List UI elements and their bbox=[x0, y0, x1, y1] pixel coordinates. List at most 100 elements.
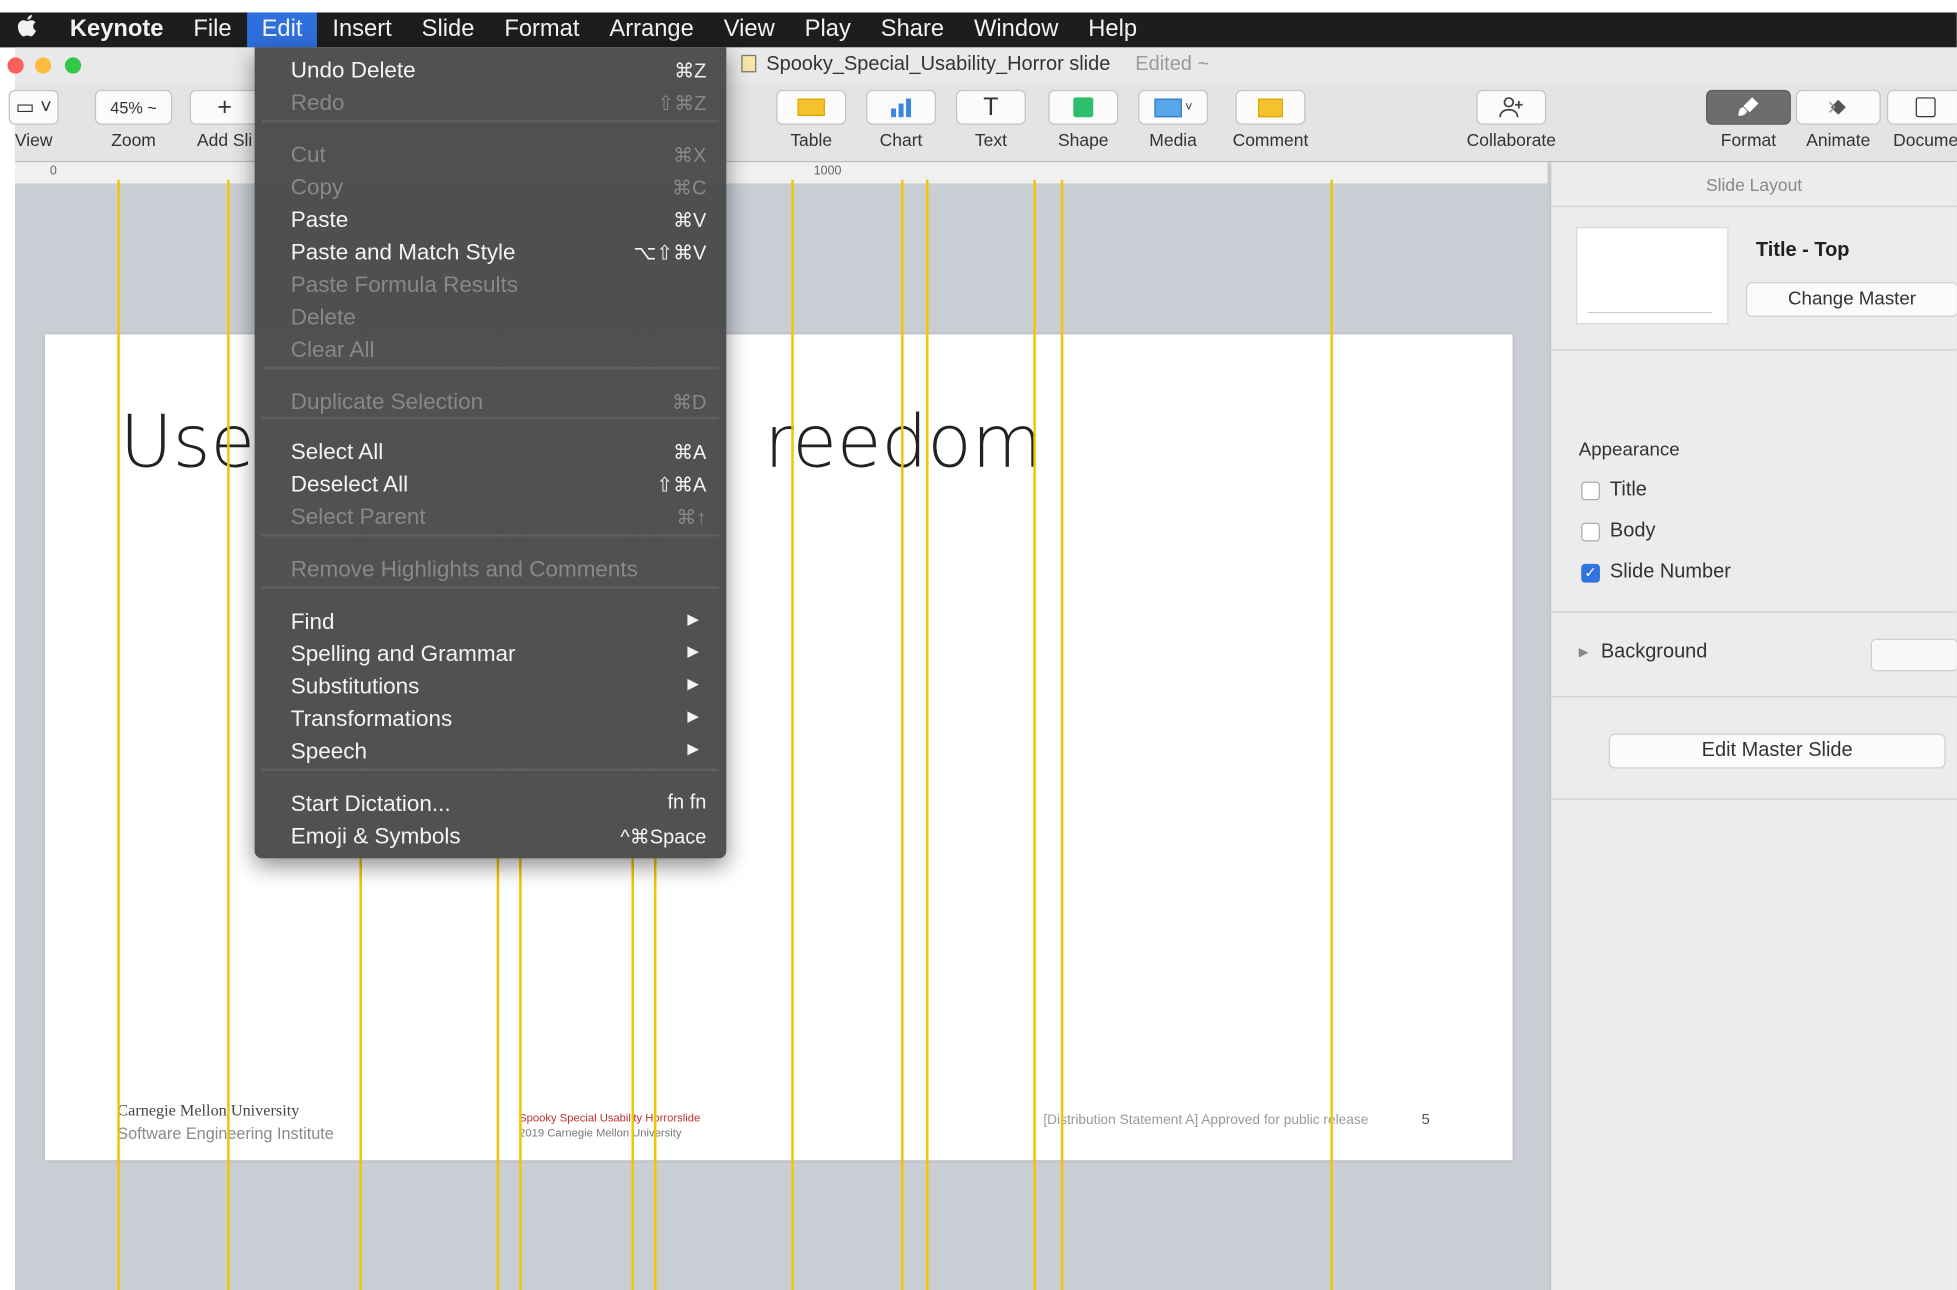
menu-item-spelling-and-grammar[interactable]: Spelling and Grammar ▶ bbox=[255, 639, 727, 671]
sei-name: Software Engineering Institute bbox=[117, 1124, 334, 1143]
submenu-arrow-icon: ▶ bbox=[687, 739, 699, 758]
apple-menu-icon[interactable] bbox=[0, 14, 55, 45]
menu-item-label: Transformations bbox=[290, 706, 453, 732]
menu-item-undo-delete[interactable]: Undo Delete ⌘Z bbox=[255, 55, 727, 87]
submenu-arrow-icon: ▶ bbox=[687, 707, 699, 725]
edit-master-slide-button[interactable]: Edit Master Slide bbox=[1608, 733, 1946, 769]
alignment-guide bbox=[926, 179, 929, 1290]
ruler-mid-label: 1000 bbox=[813, 164, 842, 179]
chart-tool[interactable]: Chart bbox=[864, 89, 939, 150]
menu-insert[interactable]: Insert bbox=[317, 12, 406, 47]
body-checkbox-row[interactable]: Body bbox=[1581, 520, 1655, 542]
menu-item-label: Speech bbox=[290, 738, 367, 764]
background-disclosure[interactable]: ▶ Background bbox=[1579, 641, 1708, 663]
slide-number-checkbox[interactable]: ✓ bbox=[1581, 563, 1600, 583]
menu-item-deselect-all[interactable]: Deselect All ⇧⌘A bbox=[255, 469, 727, 501]
body-checkbox[interactable] bbox=[1581, 522, 1600, 541]
chart-icon bbox=[866, 89, 936, 125]
view-tool[interactable]: ▭ ˅ View bbox=[5, 89, 62, 150]
animate-tool[interactable]: Animate bbox=[1795, 89, 1882, 150]
table-icon bbox=[776, 89, 847, 125]
menu-help[interactable]: Help bbox=[1073, 12, 1152, 47]
media-tool[interactable]: ˅ Media bbox=[1136, 89, 1211, 150]
shape-icon bbox=[1048, 89, 1119, 125]
footer-middle-line1: Spooky Special Usability Horrorslide bbox=[519, 1111, 701, 1125]
format-tool[interactable]: Format bbox=[1705, 89, 1792, 150]
menu-file[interactable]: File bbox=[178, 12, 246, 47]
table-tool[interactable]: Table bbox=[774, 89, 849, 150]
collaborate-tool[interactable]: Collaborate bbox=[1458, 89, 1565, 150]
menu-edit[interactable]: Edit bbox=[246, 12, 318, 48]
menu-play[interactable]: Play bbox=[790, 12, 866, 47]
shape-tool[interactable]: Shape bbox=[1046, 89, 1121, 150]
menu-item-remove-highlights-and-comments[interactable]: Remove Highlights and Comments bbox=[255, 554, 727, 586]
document-title: Spooky_Special_Usability_Horror slide Edi… bbox=[741, 54, 1209, 76]
master-thumbnail[interactable] bbox=[1576, 227, 1729, 325]
collaborate-icon bbox=[1476, 89, 1547, 125]
menu-item-select-all[interactable]: Select All ⌘A bbox=[255, 437, 727, 469]
inspector-header: Slide Layout bbox=[1551, 162, 1957, 208]
chart-label: Chart bbox=[879, 129, 923, 150]
menu-item-cut[interactable]: Cut ⌘X bbox=[255, 140, 727, 172]
document-name: Spooky_Special_Usability_Horror slide bbox=[766, 53, 1111, 75]
document-tool[interactable]: Docume bbox=[1884, 89, 1957, 150]
change-master-button[interactable]: Change Master bbox=[1745, 281, 1957, 317]
menu-item-paste-and-match-style[interactable]: Paste and Match Style ⌥⇧⌘V bbox=[255, 237, 727, 269]
menu-separator bbox=[262, 416, 719, 420]
zoom-window-icon[interactable] bbox=[64, 57, 82, 74]
title-checkbox-row[interactable]: Title bbox=[1581, 479, 1647, 501]
comment-icon bbox=[1235, 89, 1306, 125]
menu-item-label: Paste Formula Results bbox=[290, 271, 519, 297]
animate-icon bbox=[1795, 89, 1881, 125]
close-window-icon[interactable] bbox=[7, 57, 24, 74]
shape-label: Shape bbox=[1057, 129, 1109, 150]
menu-item-find[interactable]: Find ▶ bbox=[255, 606, 727, 638]
menu-item-label: Delete bbox=[290, 304, 356, 330]
format-label: Format bbox=[1720, 129, 1777, 150]
menu-item-select-parent[interactable]: Select Parent ⌘↑ bbox=[255, 502, 727, 534]
menu-window[interactable]: Window bbox=[959, 12, 1073, 47]
menu-item-transformations[interactable]: Transformations ▶ bbox=[255, 704, 727, 736]
submenu-arrow-icon: ▶ bbox=[687, 610, 699, 628]
disclosure-triangle-icon: ▶ bbox=[1578, 645, 1589, 660]
menu-arrange[interactable]: Arrange bbox=[594, 12, 708, 47]
menu-item-label: Substitutions bbox=[290, 673, 420, 699]
menu-item-delete[interactable]: Delete bbox=[255, 302, 727, 334]
comment-tool[interactable]: Comment bbox=[1221, 89, 1321, 150]
menu-bar: Keynote File Edit Insert Slide Format Ar… bbox=[0, 12, 1957, 48]
zoom-tool[interactable]: 45% ~ Zoom bbox=[92, 89, 174, 150]
add-slide-tool[interactable]: + Add Sli bbox=[187, 89, 262, 150]
menu-item-substitutions[interactable]: Substitutions ▶ bbox=[255, 671, 727, 703]
menu-item-speech[interactable]: Speech ▶ bbox=[255, 736, 727, 768]
menu-item-redo[interactable]: Redo ⇧⌘Z bbox=[255, 87, 727, 119]
menu-item-label: Paste bbox=[290, 207, 349, 233]
minimize-window-icon[interactable] bbox=[34, 57, 52, 74]
title-checkbox[interactable] bbox=[1581, 480, 1600, 500]
menu-view[interactable]: View bbox=[709, 12, 790, 47]
menu-item-label: Spelling and Grammar bbox=[290, 641, 516, 667]
slide-canvas[interactable]: Use reedom Carnegie Mellon University Sof… bbox=[14, 184, 1548, 1290]
background-fill-well[interactable] bbox=[1870, 638, 1957, 672]
menu-separator bbox=[262, 366, 719, 370]
edited-status[interactable]: Edited ~ bbox=[1135, 54, 1209, 75]
menu-item-start-dictation[interactable]: Start Dictation... fn fn bbox=[255, 788, 727, 820]
text-tool[interactable]: T Text bbox=[953, 89, 1028, 150]
menu-item-emoji-symbols[interactable]: Emoji & Symbols ^⌘Space bbox=[255, 821, 727, 853]
document-icon bbox=[741, 54, 757, 73]
zoom-select[interactable]: 45% ~ bbox=[94, 89, 173, 125]
slide-number-checkbox-row[interactable]: ✓ Slide Number bbox=[1581, 561, 1731, 583]
text-label: Text bbox=[974, 129, 1007, 150]
menu-separator bbox=[262, 586, 719, 589]
menu-format[interactable]: Format bbox=[489, 12, 594, 47]
add-slide-icon: + bbox=[189, 89, 260, 125]
menu-item-copy[interactable]: Copy ⌘C bbox=[255, 172, 727, 204]
menu-keynote[interactable]: Keynote bbox=[55, 12, 179, 47]
menu-item-duplicate-selection[interactable]: Duplicate Selection ⌘D bbox=[255, 387, 727, 419]
menu-item-paste[interactable]: Paste ⌘V bbox=[255, 205, 727, 237]
menu-slide[interactable]: Slide bbox=[407, 12, 490, 47]
menu-item-clear-all[interactable]: Clear All bbox=[255, 334, 727, 366]
menu-item-label: Select Parent bbox=[290, 504, 426, 529]
appearance-heading: Appearance bbox=[1578, 439, 1680, 461]
menu-share[interactable]: Share bbox=[866, 12, 959, 47]
menu-item-paste-formula-results[interactable]: Paste Formula Results bbox=[255, 269, 727, 301]
